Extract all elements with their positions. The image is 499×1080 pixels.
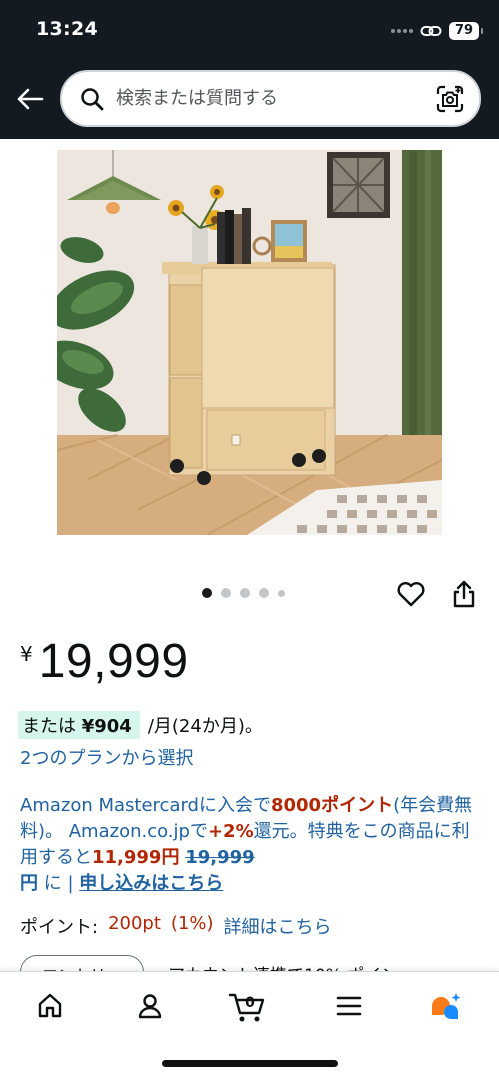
installment-amount: ¥904 — [81, 716, 132, 737]
battery-icon: 79 — [449, 22, 483, 40]
carousel-dot[interactable] — [259, 588, 269, 598]
product-image[interactable] — [57, 150, 442, 535]
signal-icon — [391, 29, 413, 33]
share-button[interactable] — [448, 577, 480, 611]
promo-points: 8000ポイント — [270, 795, 394, 816]
carousel-dot[interactable] — [221, 588, 231, 598]
points-label: ポイント: — [20, 917, 99, 938]
cart-count: 0 — [245, 995, 255, 1011]
search-input[interactable] — [108, 72, 433, 125]
promo-new-price: 11,999円 — [92, 847, 180, 868]
back-button[interactable] — [14, 84, 46, 114]
carousel-dot[interactable] — [240, 588, 250, 598]
promo-old-price-unit: 円 — [20, 873, 38, 894]
search-bar[interactable] — [60, 70, 481, 127]
heart-icon — [397, 582, 425, 607]
ai-assistant-icon — [432, 993, 461, 1019]
nav-home[interactable] — [28, 986, 72, 1026]
points-row: ポイント: 200pt (1%) 詳細はこちら — [20, 913, 332, 939]
status-time: 13:24 — [36, 18, 98, 40]
camera-icon — [436, 85, 464, 112]
cart-icon: 0 — [228, 993, 265, 1022]
top-header: 13:24 79 — [0, 0, 499, 139]
nav-account[interactable] — [128, 986, 172, 1026]
carousel-dot[interactable] — [278, 589, 285, 597]
product-price: ¥ 19,999 — [20, 632, 189, 692]
installment-badge: または ¥904 — [18, 711, 140, 739]
nav-rufus-ai[interactable] — [424, 986, 468, 1026]
search-icon — [76, 83, 108, 115]
promo-text: に | — [38, 873, 80, 894]
price-amount: 19,999 — [38, 635, 189, 688]
installment-term: /月(24か月)。 — [147, 716, 263, 737]
promo-old-price: 19,999 — [185, 847, 255, 868]
status-indicators: 79 — [391, 20, 483, 42]
nav-menu[interactable] — [327, 986, 371, 1026]
share-icon — [453, 580, 475, 608]
promo-rate: +2% — [207, 821, 254, 842]
installment-prefix: または — [22, 716, 76, 737]
mastercard-promo: Amazon Mastercardに入会で8000ポイント(年会費無料)。 Am… — [20, 793, 475, 897]
promo-text: Amazon Mastercardに入会で — [20, 795, 271, 816]
select-plan-link[interactable]: 2つのプランから選択 — [20, 744, 193, 770]
link-icon — [420, 26, 442, 36]
installment-info: または ¥904 /月(24か月)。 — [18, 711, 263, 739]
apply-link[interactable]: 申し込みはこちら — [79, 873, 223, 894]
wishlist-button[interactable] — [394, 578, 428, 610]
points-value: 200pt — [108, 913, 161, 934]
points-percent: (1%) — [170, 913, 214, 934]
nav-cart[interactable]: 0 — [226, 986, 270, 1026]
camera-search-button[interactable] — [433, 82, 467, 116]
arrow-left-icon — [17, 88, 44, 110]
home-icon — [38, 993, 62, 1018]
carousel-dot[interactable] — [202, 588, 212, 598]
menu-icon — [336, 996, 362, 1016]
home-indicator — [162, 1060, 338, 1067]
user-icon — [138, 994, 162, 1019]
price-currency: ¥ — [20, 642, 33, 666]
carousel-dots[interactable] — [202, 588, 285, 598]
points-details-link[interactable]: 詳細はこちら — [224, 913, 332, 939]
